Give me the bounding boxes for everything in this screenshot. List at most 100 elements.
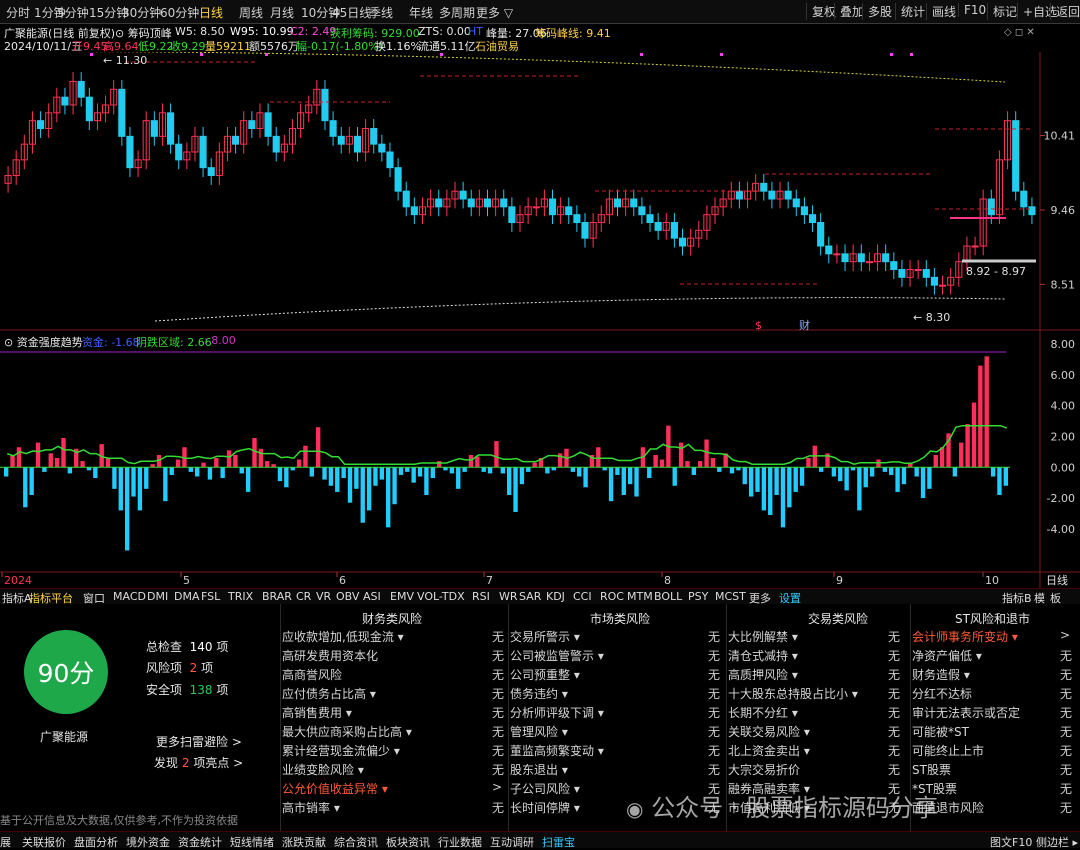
risk-item[interactable]: 高销售费用 ▾: [282, 704, 352, 721]
risk-item[interactable]: 可能终止上市: [912, 742, 984, 759]
risk-item[interactable]: 大宗交易折价: [728, 761, 800, 778]
candle: [1012, 120, 1020, 192]
window-controls[interactable]: ◇ ◻ ✕: [1004, 27, 1035, 38]
risk-item[interactable]: 关联交易风险 ▾: [728, 723, 810, 740]
indicator-tab[interactable]: VOL-TDX: [417, 590, 465, 603]
risk-item[interactable]: 财务造假 ▾: [912, 666, 970, 683]
risk-item[interactable]: 可能被*ST: [912, 723, 969, 740]
candle: [825, 245, 833, 255]
indicator-tab[interactable]: MTM: [627, 590, 653, 603]
risk-item[interactable]: 十大股东总持股占比小 ▾: [728, 685, 858, 702]
fund-bar: [462, 467, 467, 472]
risk-item[interactable]: 北上资金卖出 ▾: [728, 742, 810, 759]
risk-item[interactable]: 股东退出 ▾: [510, 761, 568, 778]
period-tab[interactable]: 60分钟: [160, 4, 199, 21]
indicator-tab[interactable]: ROC: [600, 590, 624, 603]
period-tab[interactable]: 更多 ▽: [476, 4, 513, 21]
indicator-tab[interactable]: EMV: [390, 590, 414, 603]
toolbar-button[interactable]: 标记: [987, 3, 1017, 20]
toolbar-button[interactable]: 复权: [806, 3, 836, 20]
indicator-tabbar: 指标A 指标平台 窗口 MACD DMI DMA FSL TRIX BRAR CR VR OBV ASI…: [0, 588, 1080, 605]
toolbar-button[interactable]: 多股: [862, 3, 892, 20]
fund-bar: [315, 427, 321, 468]
risk-item[interactable]: 高市销率 ▾: [282, 799, 340, 816]
indicator-tab[interactable]: TRIX: [228, 590, 253, 603]
risk-item[interactable]: 债务违约 ▾: [510, 685, 568, 702]
risk-item[interactable]: 长期不分红 ▾: [728, 704, 798, 721]
risk-item[interactable]: 公司被监管警示 ▾: [510, 647, 604, 664]
fund-bar: [61, 437, 66, 468]
kline-chart[interactable]: 10.41 9.46 8.51 ← 11.30 ← 8.30 8.92 - 8.97 $ 财 8…: [0, 52, 1080, 588]
risk-item[interactable]: 累计经营现金流偏少 ▾: [282, 742, 400, 759]
risk-item[interactable]: 最大供应商采购占比高 ▾: [282, 723, 412, 740]
fund-bar: [144, 467, 149, 489]
dividend-mark[interactable]: $: [755, 319, 762, 332]
period-tab[interactable]: 周线: [239, 4, 263, 21]
indicator-tab[interactable]: WR: [499, 590, 518, 603]
risk-item[interactable]: 应收款增加,低现金流 ▾: [282, 628, 404, 645]
indicator-tab[interactable]: DMI: [147, 590, 168, 603]
zts-value: ZTS: 0.00: [418, 25, 471, 38]
indicator-tab[interactable]: PSY: [688, 590, 708, 603]
risk-item[interactable]: 管理风险 ▾: [510, 723, 568, 740]
risk-item[interactable]: 会计师事务所变动 ▾: [912, 628, 1018, 645]
risk-item[interactable]: 子公司风险 ▾: [510, 780, 580, 797]
toolbar-button[interactable]: 画线: [926, 3, 956, 20]
indicator-tab[interactable]: RSI: [472, 590, 490, 603]
indicator-tab[interactable]: ASI: [363, 590, 381, 603]
risk-item[interactable]: 分红不达标: [912, 685, 972, 702]
risk-item[interactable]: 高质押风险 ▾: [728, 666, 798, 683]
candle: [987, 198, 995, 216]
risk-item[interactable]: ST股票: [912, 761, 951, 778]
period-tab[interactable]: 月线: [270, 4, 294, 21]
period-tab[interactable]: 5分钟: [57, 4, 89, 21]
risk-item[interactable]: 高研发费用资本化: [282, 647, 378, 664]
period-tab[interactable]: 日线: [199, 4, 223, 21]
indicator-tab[interactable]: FSL: [201, 590, 220, 603]
fund-bar: [691, 467, 697, 475]
candle: [337, 135, 345, 145]
candle: [890, 261, 898, 271]
risk-item[interactable]: 交易所警示 ▾: [510, 628, 580, 645]
finance-mark[interactable]: 财: [799, 318, 810, 332]
risk-item[interactable]: 公允价值收益异常 ▾: [282, 780, 388, 797]
risk-item[interactable]: 应付债务占比高 ▾: [282, 685, 376, 702]
indicator-tab[interactable]: SAR: [519, 590, 541, 603]
toolbar-button[interactable]: 返回: [1050, 3, 1080, 20]
period-tab[interactable]: 45日线: [332, 4, 371, 21]
risk-item[interactable]: 业绩变脸风险 ▾: [282, 761, 364, 778]
indicator-tab[interactable]: CCI: [573, 590, 592, 603]
risk-item[interactable]: 分析师评级下调 ▾: [510, 704, 604, 721]
period-tab[interactable]: 多周期: [439, 4, 475, 21]
risk-item[interactable]: 长时间停牌 ▾: [510, 799, 580, 816]
signal-dot: [200, 53, 203, 56]
risk-item[interactable]: 净资产偏低 ▾: [912, 647, 982, 664]
wechat-icon: ◉: [626, 797, 644, 821]
fund-bar: [952, 467, 958, 477]
risk-item[interactable]: 董监高频繁变动 ▾: [510, 742, 604, 759]
indicator-tab[interactable]: MCST: [715, 590, 746, 603]
indicator-tab[interactable]: OBV: [336, 590, 359, 603]
indicator-tab[interactable]: MACD: [113, 590, 146, 603]
period-tab[interactable]: 年线: [409, 4, 433, 21]
indicator-tab[interactable]: KDJ: [546, 590, 565, 603]
indicator-tab[interactable]: CR: [296, 590, 311, 603]
risk-item[interactable]: 大比例解禁 ▾: [728, 628, 798, 645]
period-tab[interactable]: 分时: [6, 4, 30, 21]
toolbar-button[interactable]: 统计: [895, 3, 925, 20]
risk-item[interactable]: 高商誉风险: [282, 666, 342, 683]
indicator-tab[interactable]: VR: [316, 590, 331, 603]
risk-item[interactable]: 清仓式减持 ▾: [728, 647, 798, 664]
toolbar-button[interactable]: F10: [958, 3, 986, 17]
risk-item-value: 无: [492, 706, 505, 720]
fund-bar: [386, 467, 391, 528]
candle: [1020, 190, 1028, 208]
period-tab[interactable]: 30分钟: [122, 4, 161, 21]
risk-item[interactable]: 审计无法表示或否定: [912, 704, 1020, 721]
indicator-tab[interactable]: DMA: [174, 590, 200, 603]
indicator-tab[interactable]: BOLL: [654, 590, 682, 603]
toolbar-button[interactable]: 叠加: [834, 3, 864, 20]
period-tab[interactable]: 季线: [369, 4, 393, 21]
indicator-tab[interactable]: BRAR: [262, 590, 292, 603]
risk-item[interactable]: 公司预重整 ▾: [510, 666, 580, 683]
